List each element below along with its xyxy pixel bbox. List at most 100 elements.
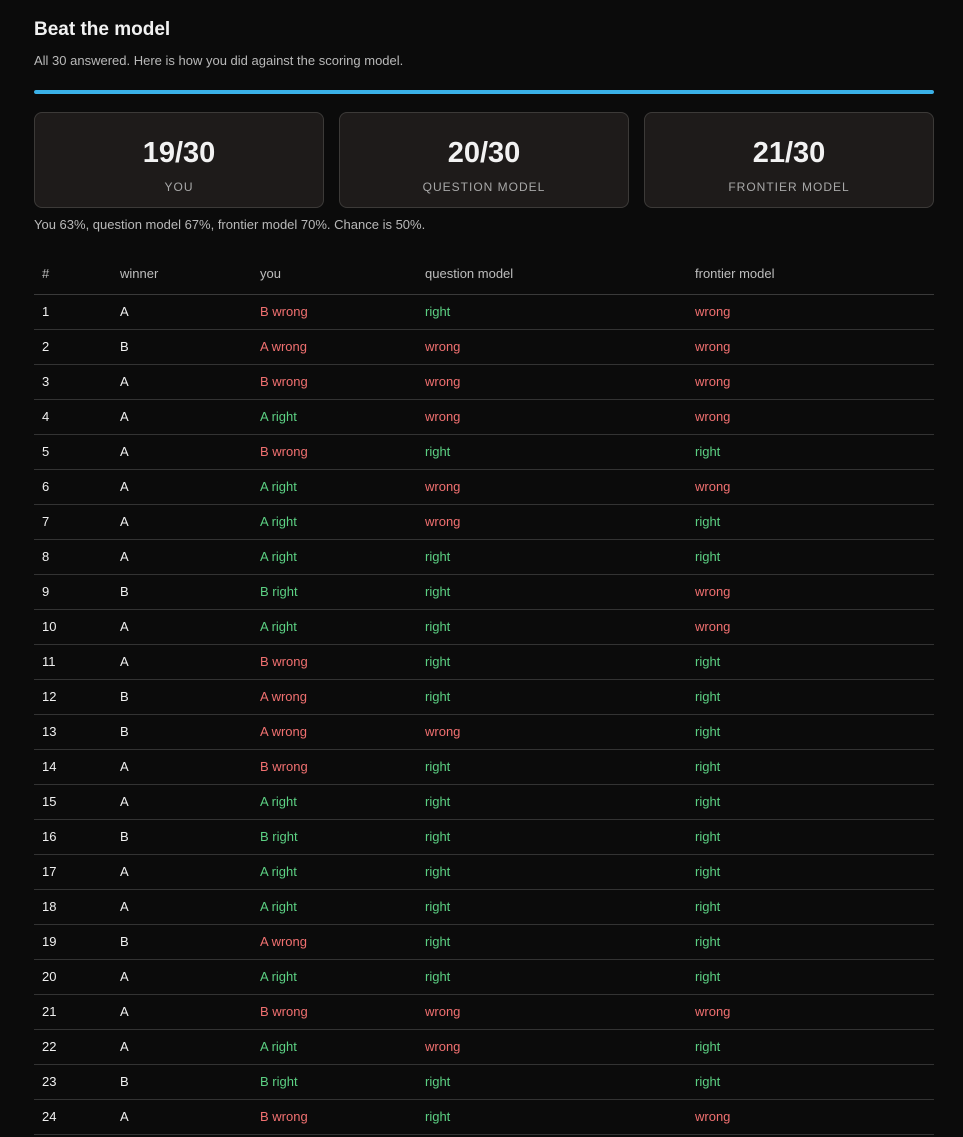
cell-you: A wrong bbox=[252, 679, 417, 715]
cell-question-model: right bbox=[417, 784, 687, 820]
score-label: YOU bbox=[164, 180, 194, 194]
cell-you: B wrong bbox=[252, 1099, 417, 1135]
cell-question-model: right bbox=[417, 574, 687, 610]
results-table: # winner you question model frontier mod… bbox=[34, 253, 934, 1135]
results-page: Beat the model All 30 answered. Here is … bbox=[0, 0, 963, 1137]
cell-frontier-model: wrong bbox=[687, 399, 934, 435]
cell-frontier-model: right bbox=[687, 784, 934, 820]
score-summary: You 63%, question model 67%, frontier mo… bbox=[34, 217, 426, 232]
cell-frontier-model: wrong bbox=[687, 329, 934, 365]
cell-frontier-model: right bbox=[687, 644, 934, 680]
score-value: 20/30 bbox=[447, 137, 521, 169]
cell-frontier-model: right bbox=[687, 434, 934, 470]
cell-frontier-model: right bbox=[687, 539, 934, 575]
progress-bar bbox=[34, 90, 934, 94]
cell-question-model: right bbox=[417, 1099, 687, 1135]
cell-you: B wrong bbox=[252, 994, 417, 1030]
cell-question-model: right bbox=[417, 749, 687, 785]
cell-number: 8 bbox=[34, 539, 112, 575]
cell-frontier-model: wrong bbox=[687, 574, 934, 610]
table-row: 7AA right wrong right bbox=[34, 504, 934, 540]
table-row: 23 B B right right right bbox=[34, 1064, 934, 1100]
cell-number: 16 bbox=[34, 819, 112, 855]
cell-frontier-model: wrong bbox=[687, 609, 934, 645]
cell-frontier-model: right bbox=[687, 1029, 934, 1065]
table-row: 20 A A right right right bbox=[34, 959, 934, 995]
cell-winner: B bbox=[112, 1064, 252, 1100]
cell-you: B wrong bbox=[252, 434, 417, 470]
cell-winner: A bbox=[112, 959, 252, 995]
cell-frontier-model: wrong bbox=[687, 469, 934, 505]
table-row: 12 B A wrong right right bbox=[34, 679, 934, 715]
cell-frontier-model: right bbox=[687, 889, 934, 925]
score-card-question-model: 20/30 QUESTION MODEL bbox=[339, 112, 629, 208]
cell-number: 9 bbox=[34, 574, 112, 610]
cell-question-model: right bbox=[417, 294, 687, 330]
cell-frontier-model: right bbox=[687, 679, 934, 715]
cell-frontier-model: right bbox=[687, 924, 934, 960]
table-row: 13 B A wrong wrong right bbox=[34, 714, 934, 750]
cell-question-model: right bbox=[417, 924, 687, 960]
cell-number: 2 bbox=[34, 329, 112, 365]
cell-winner: B bbox=[112, 679, 252, 715]
cell-question-model: wrong bbox=[417, 1029, 687, 1065]
cell-number: 21 bbox=[34, 994, 112, 1030]
cell-you: A right bbox=[252, 784, 417, 820]
cell-number: 10 bbox=[34, 609, 112, 645]
cell-you: A wrong bbox=[252, 329, 417, 365]
cell-you: A right bbox=[252, 959, 417, 995]
cell-number: 13 bbox=[34, 714, 112, 750]
cell-you: A right bbox=[252, 609, 417, 645]
score-value: 21/30 bbox=[752, 137, 826, 169]
cell-question-model: right bbox=[417, 889, 687, 925]
cell-winner: A bbox=[112, 889, 252, 925]
cell-number: 22 bbox=[34, 1029, 112, 1065]
cell-number: 11 bbox=[34, 644, 112, 680]
table-row: 4AA right wrong wrong bbox=[34, 399, 934, 435]
cell-frontier-model: right bbox=[687, 1064, 934, 1100]
cell-question-model: wrong bbox=[417, 329, 687, 365]
progress-bar-fill bbox=[34, 90, 934, 94]
table-row: 1AB wrong right wrong bbox=[34, 294, 934, 330]
table-row: 15 A A right right right bbox=[34, 784, 934, 820]
cell-question-model: wrong bbox=[417, 994, 687, 1030]
cell-number: 5 bbox=[34, 434, 112, 470]
score-label: QUESTION MODEL bbox=[422, 180, 546, 194]
table-row: 5AB wrong right right bbox=[34, 434, 934, 470]
score-card-frontier-model: 21/30 FRONTIER MODEL bbox=[644, 112, 934, 208]
cell-winner: A bbox=[112, 1099, 252, 1135]
table-row: 11 A B wrong right right bbox=[34, 644, 934, 680]
cell-frontier-model: right bbox=[687, 504, 934, 540]
cell-winner: A bbox=[112, 469, 252, 505]
cell-frontier-model: right bbox=[687, 749, 934, 785]
cell-you: A right bbox=[252, 1029, 417, 1065]
cell-you: B wrong bbox=[252, 644, 417, 680]
cell-you: A right bbox=[252, 469, 417, 505]
cell-number: 15 bbox=[34, 784, 112, 820]
cell-number: 14 bbox=[34, 749, 112, 785]
column-header-question-model: question model bbox=[417, 253, 687, 295]
cell-question-model: wrong bbox=[417, 714, 687, 750]
cell-number: 1 bbox=[34, 294, 112, 330]
column-header-frontier-model: frontier model bbox=[687, 253, 934, 295]
cell-number: 19 bbox=[34, 924, 112, 960]
cell-winner: B bbox=[112, 714, 252, 750]
cell-number: 20 bbox=[34, 959, 112, 995]
cell-you: B wrong bbox=[252, 294, 417, 330]
score-card-you: 19/30 YOU bbox=[34, 112, 324, 208]
results-table-body: 1AB wrong right wrong 2 B A wrong wrong wrong 3 A… bbox=[34, 294, 934, 1135]
cell-question-model: wrong bbox=[417, 364, 687, 400]
cell-winner: A bbox=[112, 784, 252, 820]
cell-number: 18 bbox=[34, 889, 112, 925]
cell-frontier-model: right bbox=[687, 854, 934, 890]
cell-frontier-model: wrong bbox=[687, 294, 934, 330]
cell-you: B right bbox=[252, 574, 417, 610]
cell-winner: B bbox=[112, 924, 252, 960]
cell-question-model: right bbox=[417, 644, 687, 680]
cell-you: B right bbox=[252, 1064, 417, 1100]
cell-you: A right bbox=[252, 889, 417, 925]
table-row: 14 A B wrong right right bbox=[34, 749, 934, 785]
table-row: 3AB wrong wrong wrong bbox=[34, 364, 934, 400]
table-row: 10 A A right right wrong bbox=[34, 609, 934, 645]
cell-question-model: right bbox=[417, 434, 687, 470]
